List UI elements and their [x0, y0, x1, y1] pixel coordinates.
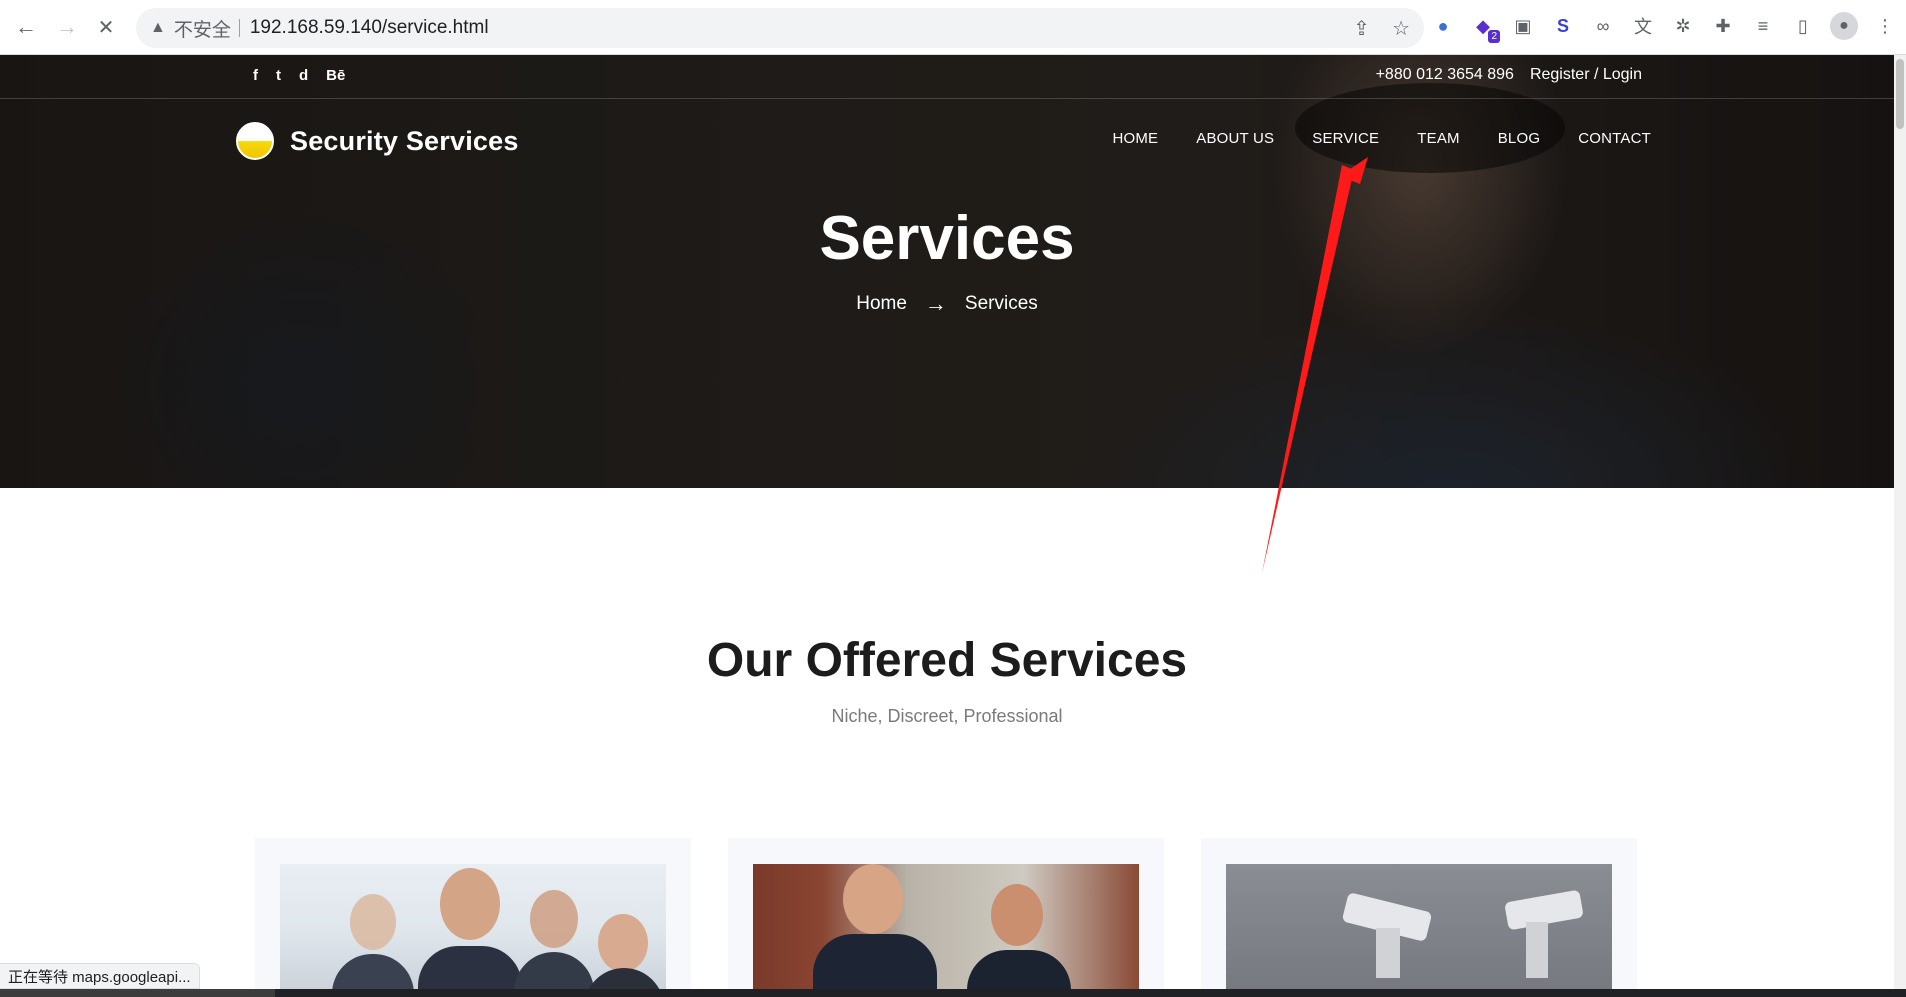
nav-contact[interactable]: CONTACT	[1578, 130, 1651, 147]
scrollbar-thumb[interactable]	[1896, 59, 1904, 129]
nav-service[interactable]: SERVICE	[1312, 130, 1379, 147]
back-arrow-icon: ←	[15, 14, 37, 39]
link-extension-icon[interactable]: ∞	[1590, 13, 1616, 39]
top-info-bar: f t d Bē +880 012 3654 896 Register / Lo…	[0, 55, 1894, 99]
page-scrollbar[interactable]	[1894, 55, 1906, 989]
warning-icon: ▲	[150, 19, 166, 36]
service-card[interactable]	[728, 838, 1164, 997]
address-bar[interactable]: ▲ 不安全 192.168.59.140/service.html ⇪ ☆	[136, 8, 1424, 48]
nav-about-us[interactable]: ABOUT US	[1196, 130, 1274, 147]
security-cameras-photo	[1226, 864, 1612, 997]
purple-extension-icon[interactable]: ◆ 2	[1470, 13, 1500, 43]
browser-toolbar: ← → ✕ ▲ 不安全 192.168.59.140/service.html …	[0, 0, 1906, 55]
main-navigation: HOME ABOUT US SERVICE TEAM BLOG CONTACT	[1112, 130, 1651, 147]
side-panel-icon[interactable]: ▯	[1790, 13, 1816, 39]
breadcrumb-current: Services	[964, 293, 1038, 314]
section-subtitle: Niche, Discreet, Professional	[831, 706, 1063, 726]
police-officers-photo	[753, 864, 1139, 997]
share-icon[interactable]: ⇪	[1353, 16, 1370, 41]
hero-banner: f t d Bē +880 012 3654 896 Register / Lo…	[0, 55, 1894, 488]
puzzle-extension-icon[interactable]: ✲	[1670, 13, 1696, 39]
extensions-icon[interactable]: ✚	[1710, 13, 1736, 39]
logo-icon	[236, 122, 274, 160]
divider	[238, 19, 240, 37]
back-button[interactable]: ←	[12, 13, 40, 41]
page-title: Services	[819, 204, 1075, 273]
star-icon[interactable]: ☆	[1392, 16, 1410, 41]
translate-icon[interactable]: 文	[1630, 13, 1656, 39]
more-menu-icon[interactable]: ⋮	[1872, 13, 1898, 39]
close-icon: ✕	[97, 16, 115, 39]
profile-avatar-icon[interactable]: ●	[1830, 12, 1858, 40]
register-login-link[interactable]: Register / Login	[1530, 66, 1642, 84]
taskbar-strip	[0, 989, 1906, 997]
breadcrumb: Home → Services	[0, 291, 1894, 317]
insecure-label: 不安全	[173, 19, 231, 41]
service-card[interactable]	[255, 838, 691, 997]
nav-home[interactable]: HOME	[1112, 130, 1158, 147]
social-links: f t d Bē	[253, 67, 345, 84]
panda-extension-icon[interactable]: ▣	[1510, 13, 1536, 39]
extension-badge: 2	[1488, 30, 1500, 43]
section-title: Our Offered Services	[706, 634, 1188, 687]
globe-extension-icon[interactable]: ●	[1430, 13, 1456, 39]
breadcrumb-home-link[interactable]: Home	[856, 293, 907, 315]
behance-icon[interactable]: Bē	[326, 67, 345, 84]
dribbble-icon[interactable]: d	[299, 67, 308, 84]
service-card[interactable]	[1201, 838, 1637, 997]
twitter-icon[interactable]: t	[276, 67, 281, 84]
site-logo[interactable]: Security Services	[236, 122, 519, 160]
nav-blog[interactable]: BLOG	[1498, 130, 1540, 147]
business-team-photo	[280, 864, 666, 997]
nav-team[interactable]: TEAM	[1417, 130, 1459, 147]
forward-arrow-icon: →	[56, 14, 78, 39]
phone-number: +880 012 3654 896	[1375, 66, 1514, 83]
brand-name: Security Services	[290, 125, 519, 156]
reading-list-icon[interactable]: ≡	[1750, 13, 1776, 39]
forward-button[interactable]: →	[53, 13, 81, 41]
status-bubble: 正在等待 maps.googleapi...	[0, 963, 200, 989]
url-text[interactable]: 192.168.59.140/service.html	[250, 17, 489, 39]
s-extension-icon[interactable]: S	[1550, 13, 1576, 39]
arrow-right-icon: →	[924, 291, 947, 316]
facebook-icon[interactable]: f	[253, 67, 258, 84]
stop-loading-button[interactable]: ✕	[92, 13, 120, 41]
